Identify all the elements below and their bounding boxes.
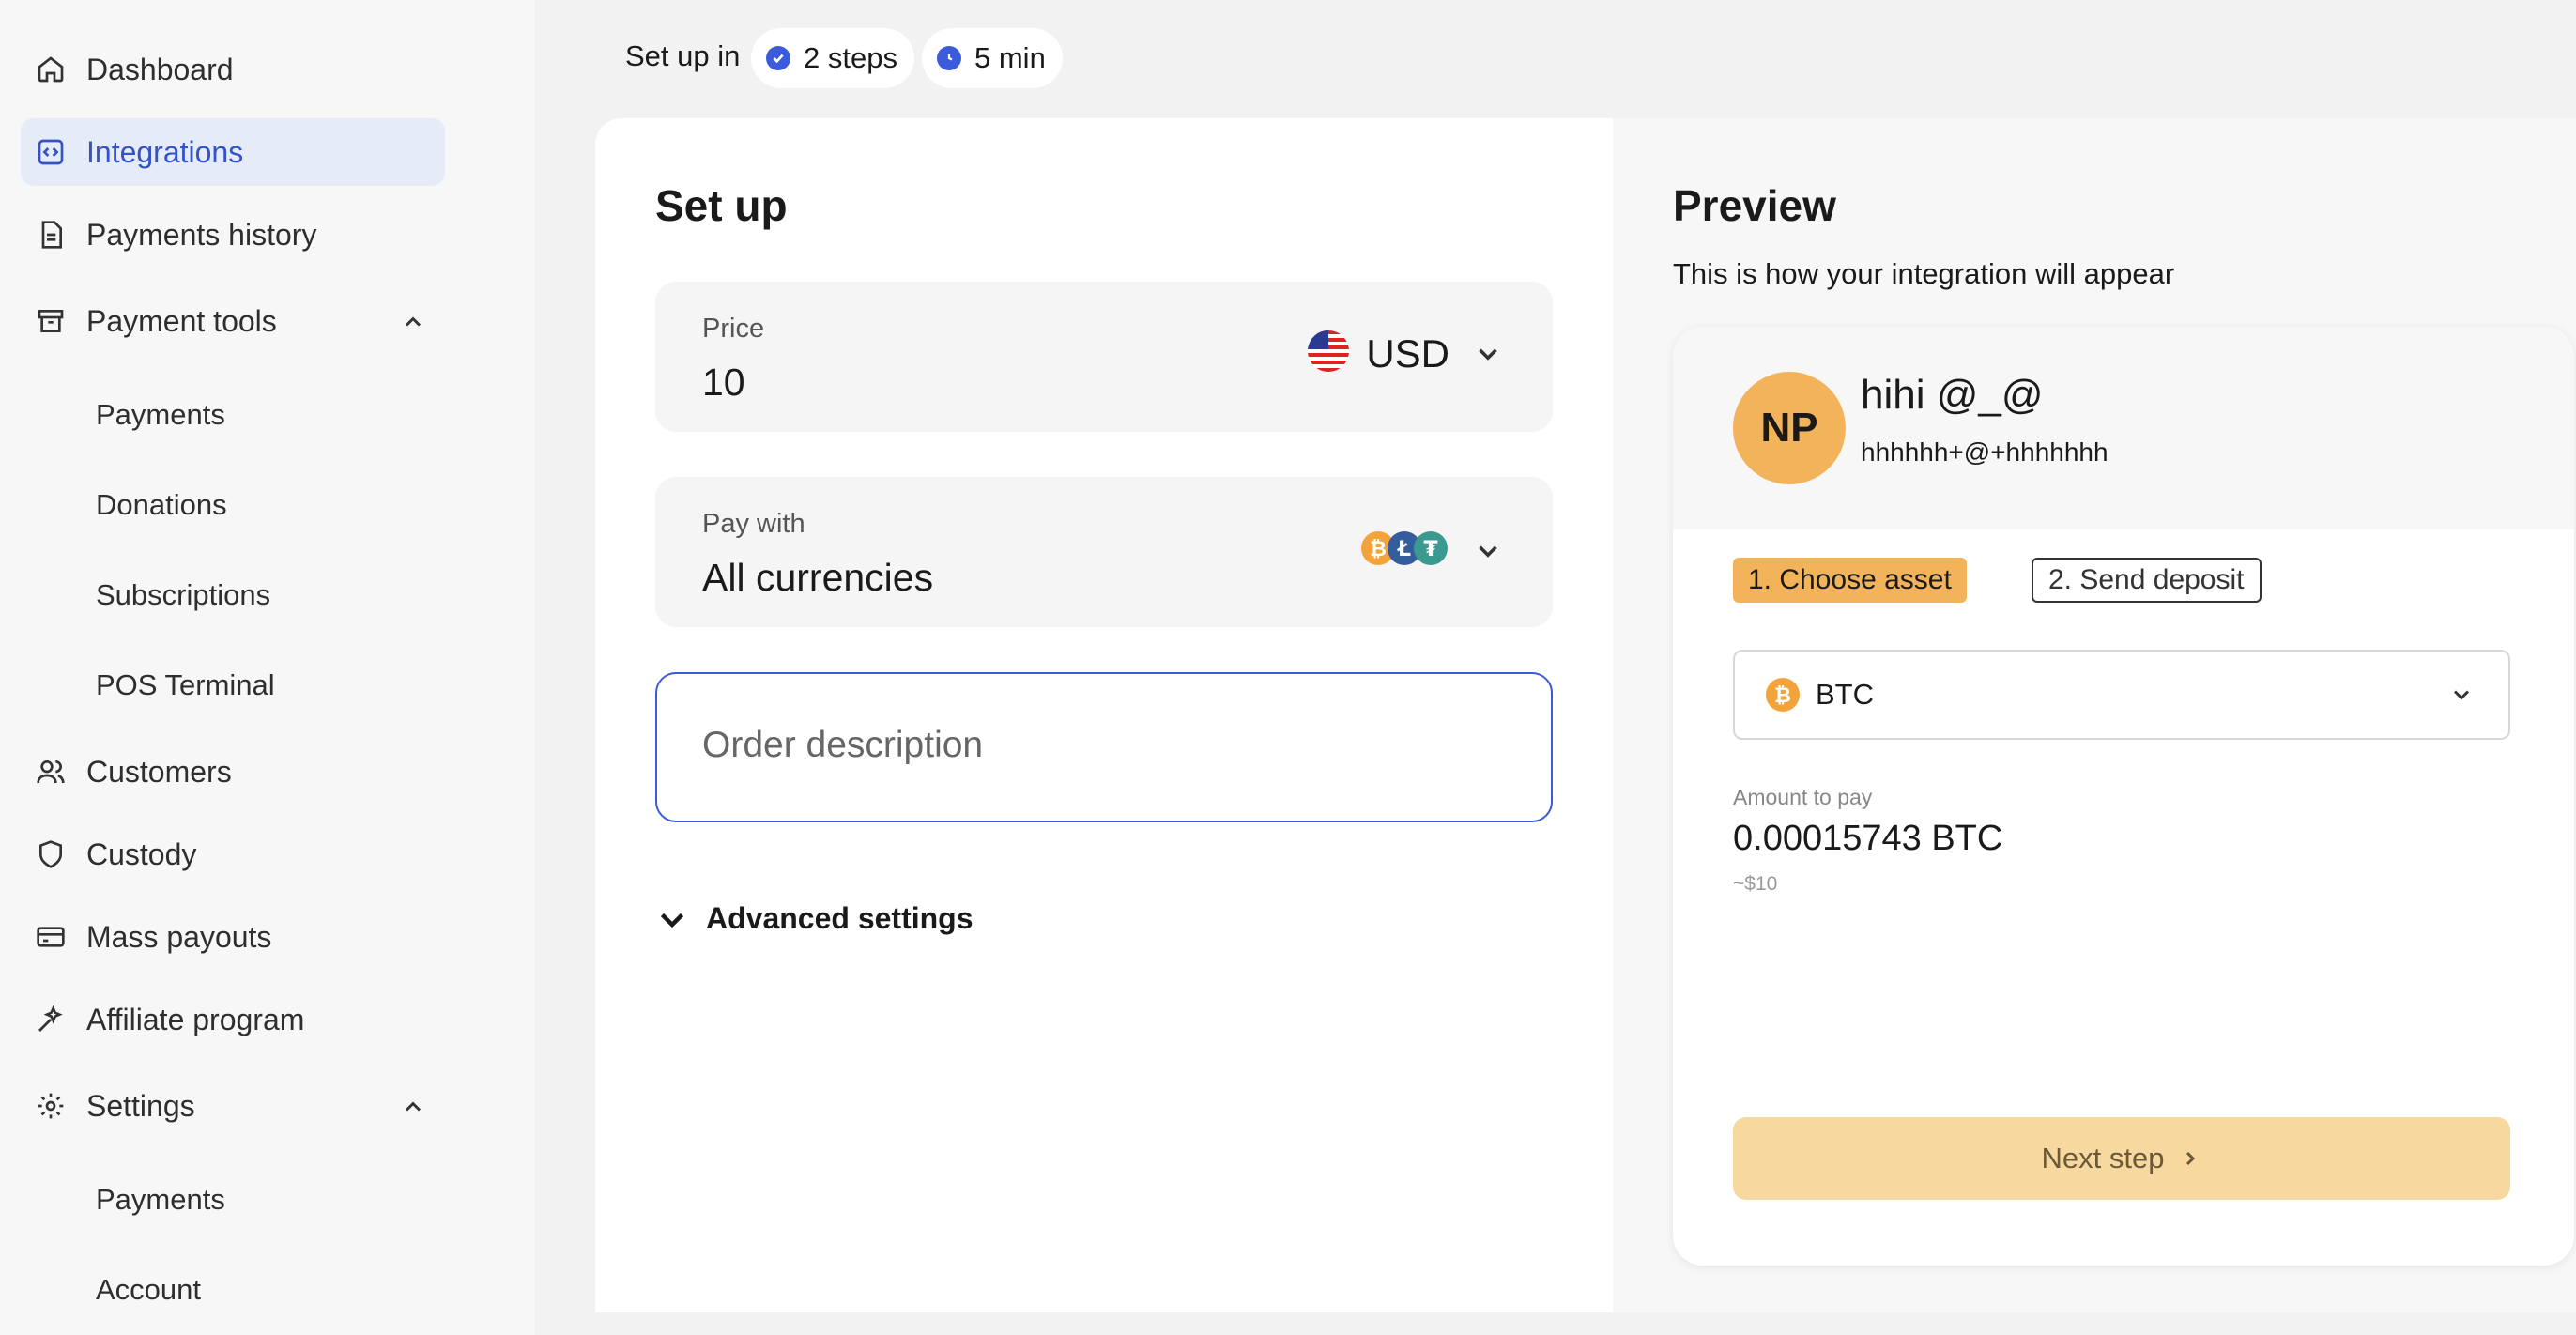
- merchant-header: NP hihi @_@ hhhhhh+@+hhhhhhh: [1673, 327, 2574, 529]
- preview-subtitle: This is how your integration will appear: [1673, 257, 2175, 290]
- sidebar-item-dashboard[interactable]: Dashboard: [21, 36, 445, 103]
- sidebar-subitem-payments[interactable]: Payments: [96, 387, 225, 443]
- chevron-down-icon: [655, 902, 689, 936]
- step-choose-asset[interactable]: 1. Choose asset: [1733, 558, 1967, 603]
- setup-title: Set up: [655, 181, 788, 230]
- next-step-label: Next step: [2041, 1142, 2165, 1174]
- advanced-settings-label: Advanced settings: [706, 901, 974, 935]
- chevron-down-icon: [1472, 338, 1504, 370]
- clock-icon: [937, 46, 961, 70]
- pay-with-field[interactable]: Pay with All currencies ₿ Ł ₮: [655, 477, 1553, 627]
- sidebar-item-payment-tools[interactable]: Payment tools: [21, 287, 445, 355]
- price-input[interactable]: 10: [702, 361, 745, 405]
- chevron-up-icon[interactable]: [400, 1093, 426, 1119]
- asset-select[interactable]: ₿ BTC: [1733, 650, 2510, 740]
- sidebar-item-label: Payments history: [86, 217, 317, 252]
- sidebar-item-payments-history[interactable]: Payments history: [21, 201, 445, 269]
- next-step-button[interactable]: Next step: [1733, 1117, 2510, 1200]
- advanced-settings-toggle[interactable]: Advanced settings: [655, 901, 974, 936]
- sidebar-subitem-account[interactable]: Account: [96, 1262, 201, 1318]
- sidebar-subitem-subscriptions[interactable]: Subscriptions: [96, 567, 270, 623]
- pay-with-label: Pay with: [702, 509, 805, 539]
- sidebar-item-label: Custody: [86, 836, 197, 871]
- sidebar-item-label: Integrations: [86, 134, 244, 169]
- svg-text:Ł: Ł: [1397, 538, 1411, 561]
- steps-text: 2 steps: [804, 41, 897, 74]
- price-field[interactable]: Price 10 USD: [655, 282, 1553, 432]
- card-icon: [34, 920, 68, 954]
- users-icon: [34, 755, 68, 789]
- setup-summary-bar: Set up in 2 steps 5 min: [535, 15, 2576, 118]
- sidebar-item-label: Dashboard: [86, 52, 234, 86]
- step-send-deposit[interactable]: 2. Send deposit: [2032, 558, 2262, 603]
- currency-value: USD: [1366, 330, 1449, 376]
- time-text: 5 min: [974, 41, 1046, 74]
- pay-with-value: All currencies: [702, 556, 934, 599]
- archive-icon: [34, 304, 68, 338]
- bitcoin-icon: ₿: [1765, 677, 1801, 713]
- svg-text:₮: ₮: [1423, 538, 1438, 561]
- chevron-down-icon: [2448, 682, 2475, 708]
- sidebar-item-label: Affiliate program: [86, 1002, 305, 1036]
- svg-text:₿: ₿: [1370, 538, 1387, 561]
- document-icon: [34, 218, 68, 252]
- shield-icon: [34, 837, 68, 871]
- chevron-up-icon[interactable]: [400, 308, 426, 334]
- sidebar-item-label: Mass payouts: [86, 919, 272, 954]
- steps-badge: 2 steps: [751, 28, 914, 88]
- sidebar-item-settings[interactable]: Settings: [21, 1072, 445, 1140]
- sidebar-item-customers[interactable]: Customers: [21, 738, 445, 806]
- setup-panel: Set up Price 10 USD Pay with All currenc…: [595, 118, 1613, 1320]
- sidebar-subitem-pos-terminal[interactable]: POS Terminal: [96, 657, 275, 714]
- avatar: NP: [1733, 372, 1846, 484]
- sidebar-item-mass-payouts[interactable]: Mass payouts: [21, 903, 445, 971]
- preview-title: Preview: [1673, 181, 1836, 230]
- pay-with-select[interactable]: ₿ Ł ₮: [1359, 528, 1504, 574]
- sidebar-item-integrations[interactable]: Integrations: [21, 118, 445, 186]
- sidebar-subitem-settings-payments[interactable]: Payments: [96, 1172, 225, 1228]
- chevron-right-icon: [2179, 1147, 2201, 1170]
- amount-label: Amount to pay: [1733, 785, 1873, 809]
- sidebar-subitem-donations[interactable]: Donations: [96, 477, 227, 533]
- chevron-down-icon: [1472, 535, 1504, 567]
- sidebar-item-custody[interactable]: Custody: [21, 821, 445, 888]
- merchant-name: hihi @_@: [1861, 372, 2044, 418]
- time-badge: 5 min: [922, 28, 1063, 88]
- amount-usd: ~$10: [1733, 873, 1778, 895]
- order-description-placeholder: Order description: [702, 725, 984, 765]
- us-flag-icon: [1306, 329, 1351, 378]
- check-icon: [766, 46, 790, 70]
- sidebar-item-label: Settings: [86, 1088, 195, 1123]
- sidebar-item-affiliate-program[interactable]: Affiliate program: [21, 986, 445, 1053]
- price-label: Price: [702, 314, 765, 344]
- asset-value: BTC: [1816, 678, 1874, 711]
- svg-text:₿: ₿: [1774, 684, 1791, 708]
- amount-value: 0.00015743 BTC: [1733, 819, 2003, 858]
- crypto-coins-icon: ₿ Ł ₮: [1359, 528, 1449, 574]
- payment-widget-preview: NP hihi @_@ hhhhhh+@+hhhhhhh 1. Choose a…: [1673, 327, 2574, 1266]
- sparkle-icon: [34, 1003, 68, 1036]
- code-icon: [34, 135, 68, 169]
- currency-select[interactable]: USD: [1306, 329, 1504, 378]
- order-description-input[interactable]: Order description: [655, 672, 1553, 822]
- sidebar: Dashboard Integrations Payments history …: [0, 0, 535, 1335]
- home-icon: [34, 53, 68, 86]
- merchant-email: hhhhhh+@+hhhhhhh: [1861, 437, 2108, 467]
- bottom-divider: [595, 1312, 2576, 1335]
- gear-icon: [34, 1089, 68, 1123]
- sidebar-item-label: Payment tools: [86, 303, 277, 338]
- sidebar-item-label: Customers: [86, 754, 232, 789]
- preview-panel: Preview This is how your integration wil…: [1613, 118, 2576, 1320]
- setup-lead-text: Set up in: [625, 39, 741, 72]
